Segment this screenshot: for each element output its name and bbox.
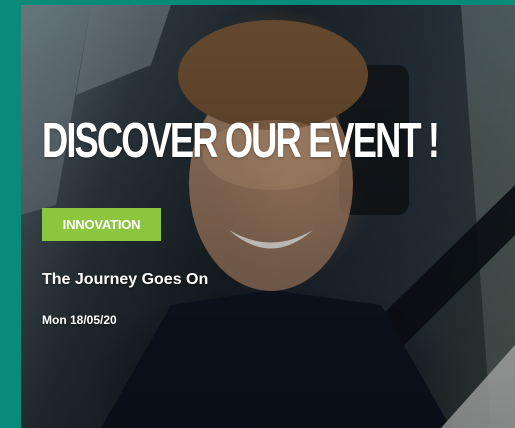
event-date: Mon 18/05/20: [42, 313, 117, 327]
card-heading: DISCOVER OUR EVENT !: [42, 114, 440, 168]
event-title[interactable]: The Journey Goes On: [42, 271, 208, 289]
category-badge[interactable]: INNOVATION: [42, 208, 161, 241]
event-card[interactable]: DISCOVER OUR EVENT ! INNOVATION The Jour…: [21, 5, 515, 428]
